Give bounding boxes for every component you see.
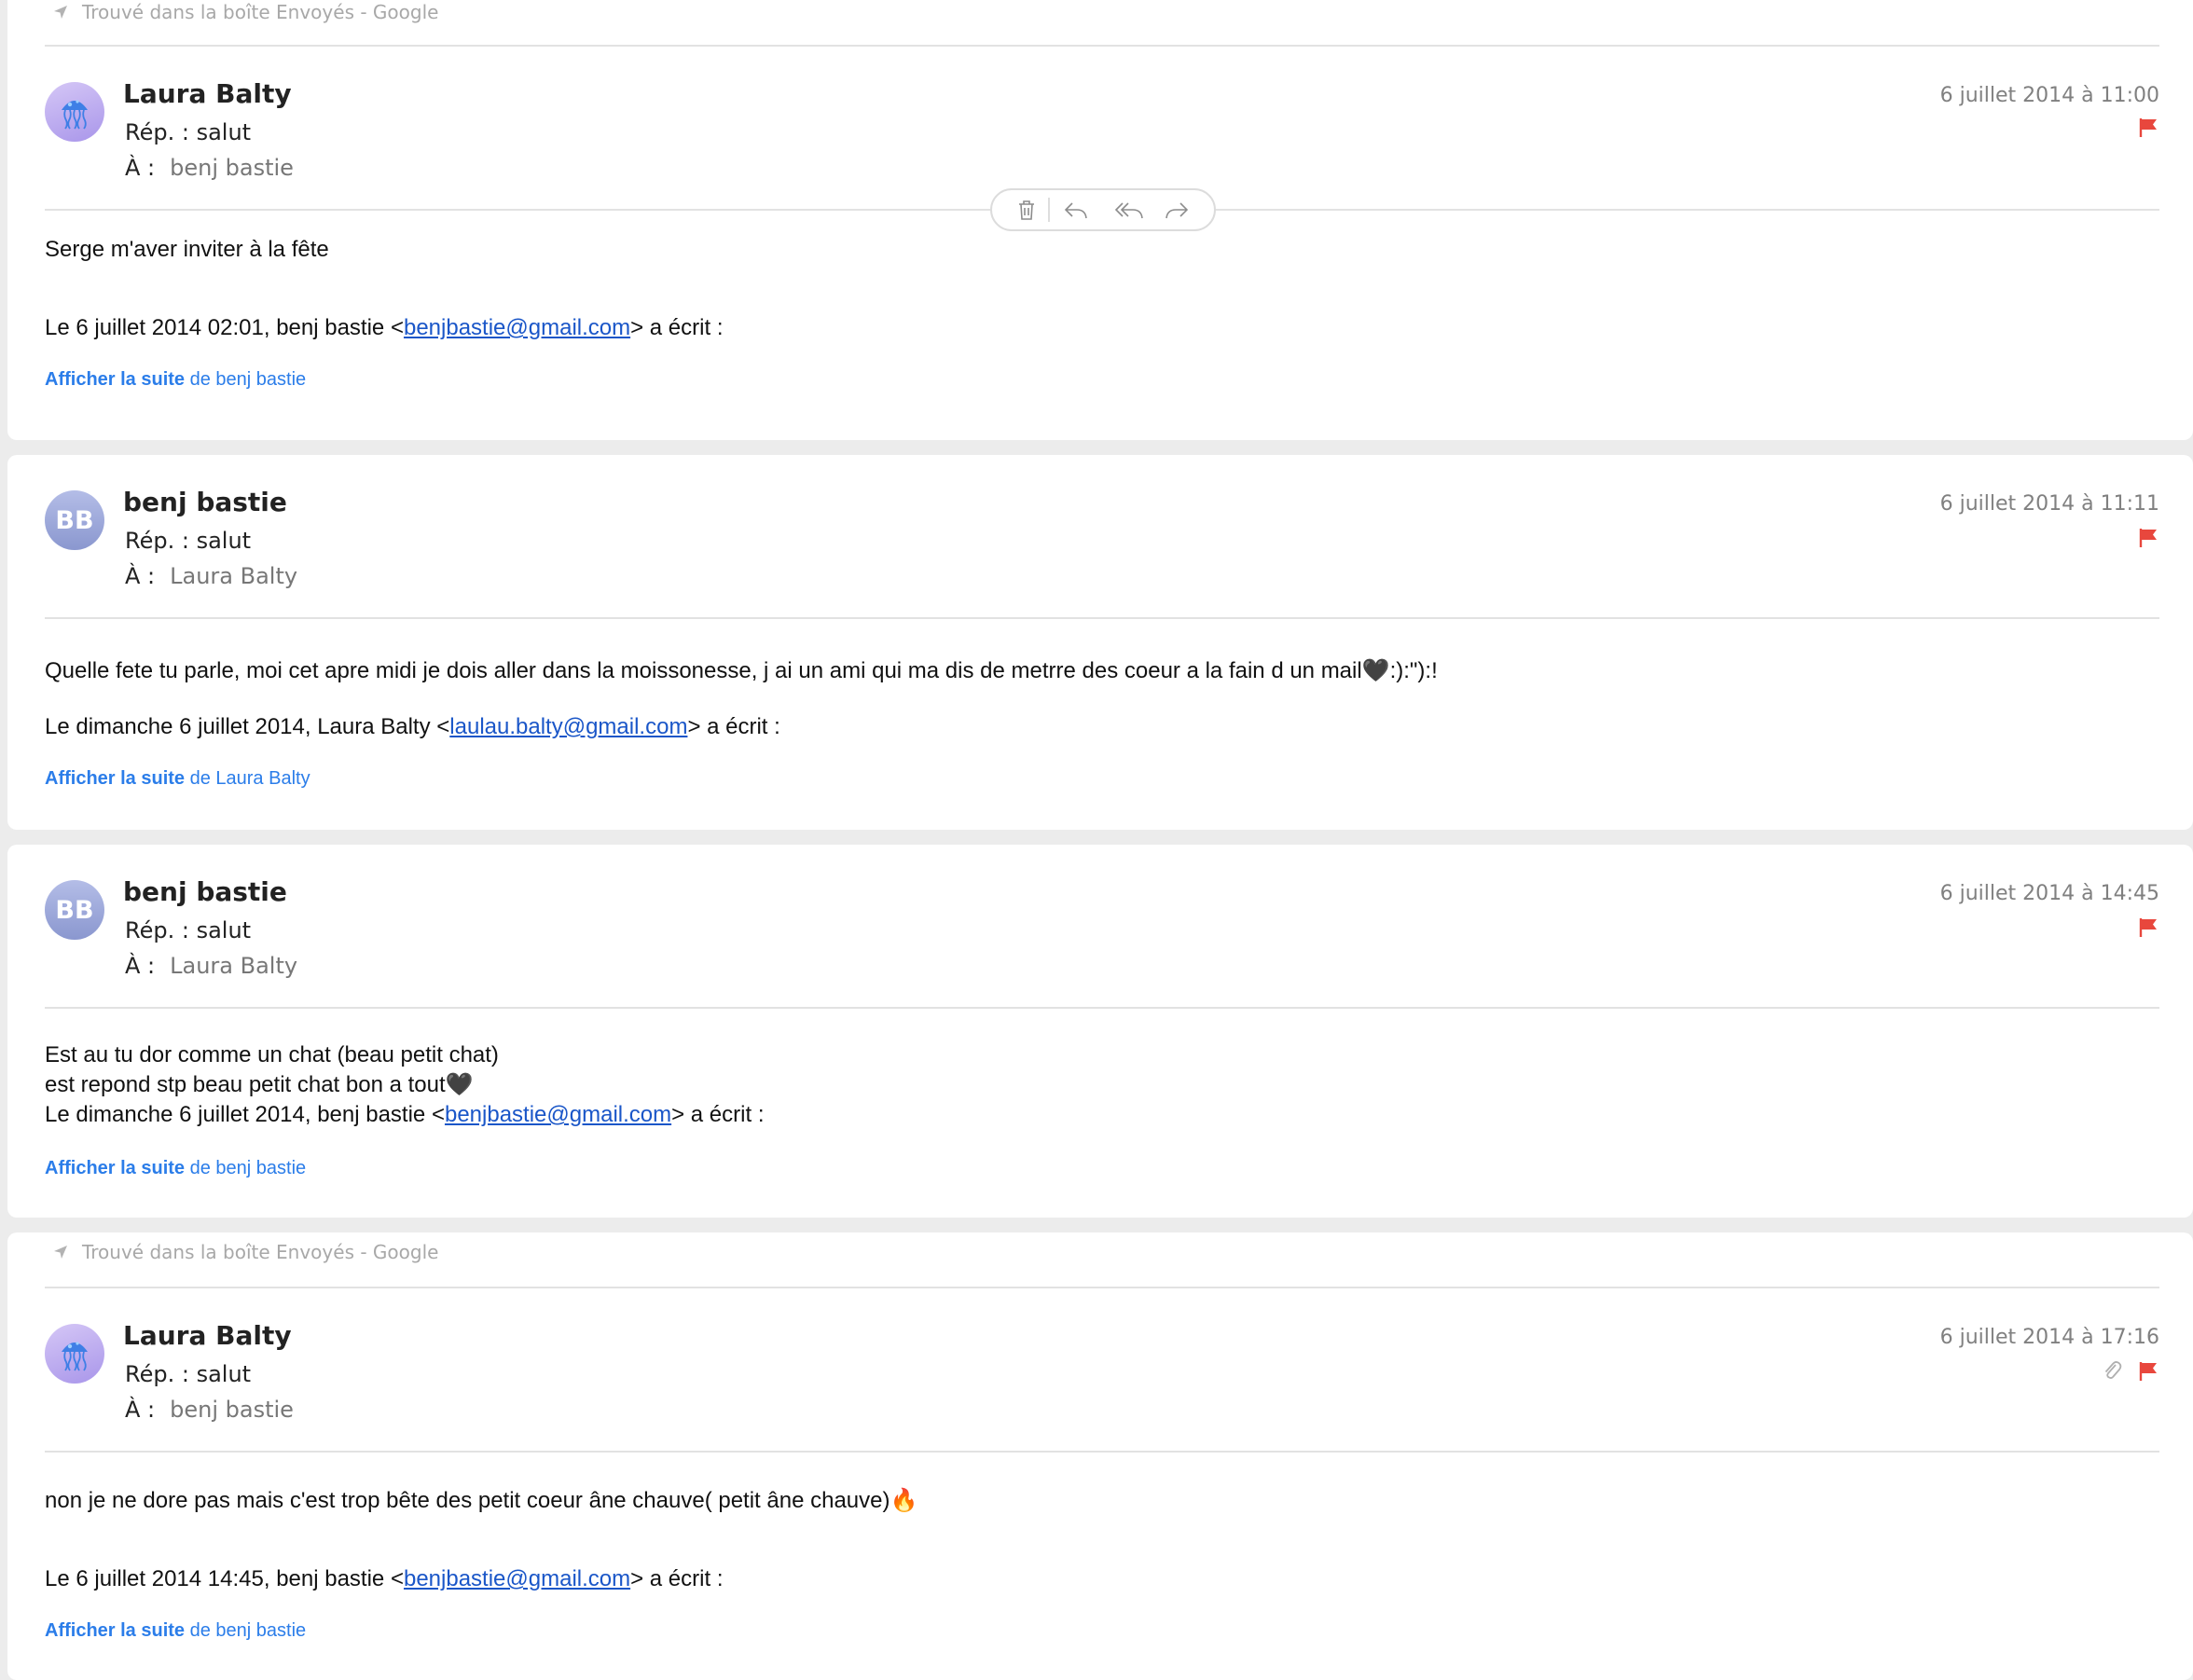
reply-all-icon xyxy=(1114,202,1143,219)
show-more-bold: Afficher la suite xyxy=(45,1620,186,1641)
body-line: Serge m'aver inviter à la fête xyxy=(45,237,329,262)
quote-header: Le 6 juillet 2014 14:45, benj bastie <be… xyxy=(45,1564,2156,1594)
message-body: Serge m'aver inviter à la fête xyxy=(45,235,2156,265)
recipient-name[interactable]: benj bastie xyxy=(170,155,294,181)
body-line: non je ne dore pas mais c'est trop bête … xyxy=(45,1488,918,1513)
reply-all-button[interactable] xyxy=(1113,198,1145,222)
sender-name[interactable]: Laura Balty xyxy=(123,1320,292,1351)
quote-email-link[interactable]: benjbastie@gmail.com xyxy=(445,1102,671,1127)
flag-icon[interactable] xyxy=(2139,117,2158,138)
found-in-text: Trouvé dans la boîte Envoyés - Google xyxy=(82,1241,439,1263)
quote-email-link[interactable]: benjbastie@gmail.com xyxy=(404,315,630,340)
forward-icon xyxy=(1165,202,1189,219)
message-date: 6 juillet 2014 à 17:16 xyxy=(1939,1326,2159,1349)
forward-button[interactable] xyxy=(1164,198,1190,222)
recipient-line: À : benj bastie xyxy=(125,155,294,181)
jellyfish-icon xyxy=(62,100,88,130)
sender-name[interactable]: benj bastie xyxy=(123,876,287,907)
quote-suffix: > a écrit : xyxy=(687,714,780,739)
quote-prefix: Le dimanche 6 juillet 2014, benj bastie … xyxy=(45,1102,445,1127)
show-more-rest: de Laura Balty xyxy=(185,768,310,789)
sent-icon xyxy=(54,1246,67,1259)
flag-icon[interactable] xyxy=(2139,528,2158,548)
message-body: non je ne dore pas mais c'est trop bête … xyxy=(45,1486,2156,1516)
avatar-initials: BB xyxy=(55,505,94,535)
trash-button[interactable] xyxy=(1014,198,1039,222)
avatar-initials: BB xyxy=(55,895,94,925)
avatar: BB xyxy=(45,490,104,550)
message-actions-toolbar xyxy=(990,188,1216,231)
quote-suffix: > a écrit : xyxy=(671,1102,765,1127)
found-in-label: Trouvé dans la boîte Envoyés - Google xyxy=(52,0,438,24)
show-more-bold: Afficher la suite xyxy=(45,768,186,789)
show-more-link[interactable]: Afficher la suite de benj bastie xyxy=(45,1158,306,1179)
sent-icon xyxy=(54,6,67,19)
toolbar-separator xyxy=(1048,198,1050,222)
to-label: À : xyxy=(125,953,156,979)
sender-name[interactable]: Laura Balty xyxy=(123,78,292,109)
quote-suffix: > a écrit : xyxy=(630,315,724,340)
recipient-line: À : Laura Balty xyxy=(125,953,297,979)
to-label: À : xyxy=(125,1397,156,1423)
sender-name[interactable]: benj bastie xyxy=(123,487,287,517)
message-card[interactable]: Trouvé dans la boîte Envoyés - Google La… xyxy=(7,1232,2193,1680)
show-more-rest: de benj bastie xyxy=(185,1158,307,1178)
to-label: À : xyxy=(125,563,156,589)
quote-prefix: Le 6 juillet 2014 14:45, benj bastie < xyxy=(45,1566,404,1591)
recipient-name[interactable]: Laura Balty xyxy=(170,563,297,589)
recipient-name[interactable]: benj bastie xyxy=(170,1397,294,1423)
found-in-label: Trouvé dans la boîte Envoyés - Google xyxy=(52,1240,438,1264)
attachment-icon[interactable] xyxy=(2102,1359,2122,1382)
subject-line: Rép. : salut xyxy=(125,528,252,554)
message-card[interactable]: Trouvé dans la boîte Envoyés - Google La… xyxy=(7,0,2193,440)
avatar xyxy=(45,1324,104,1384)
avatar: BB xyxy=(45,880,104,940)
recipient-line: À : Laura Balty xyxy=(125,563,297,589)
show-more-link[interactable]: Afficher la suite de benj bastie xyxy=(45,369,306,391)
body-line: est repond stp beau petit chat bon a tou… xyxy=(45,1072,474,1097)
show-more-bold: Afficher la suite xyxy=(45,1158,186,1178)
message-date: 6 juillet 2014 à 14:45 xyxy=(1939,882,2159,905)
jellyfish-icon xyxy=(62,1342,88,1371)
message-body: Quelle fete tu parle, moi cet apre midi … xyxy=(45,656,2156,686)
message-card[interactable]: BB benj bastie Rép. : salut À : Laura Ba… xyxy=(7,845,2193,1218)
avatar xyxy=(45,82,104,142)
quote-header: Le dimanche 6 juillet 2014, Laura Balty … xyxy=(45,712,2156,742)
show-more-link[interactable]: Afficher la suite de benj bastie xyxy=(45,1620,306,1642)
show-more-link[interactable]: Afficher la suite de Laura Balty xyxy=(45,768,310,790)
found-in-text: Trouvé dans la boîte Envoyés - Google xyxy=(82,1,439,23)
flag-icon[interactable] xyxy=(2139,1361,2158,1382)
quote-email-link[interactable]: laulau.balty@gmail.com xyxy=(449,714,687,739)
divider xyxy=(45,1451,2159,1453)
reply-button[interactable] xyxy=(1063,198,1089,222)
quote-prefix: Le dimanche 6 juillet 2014, Laura Balty … xyxy=(45,714,450,739)
subject-line: Rép. : salut xyxy=(125,917,252,943)
message-date: 6 juillet 2014 à 11:11 xyxy=(1939,492,2159,516)
to-label: À : xyxy=(125,155,156,181)
message-card[interactable]: BB benj bastie Rép. : salut À : Laura Ba… xyxy=(7,455,2193,830)
flag-icon[interactable] xyxy=(2139,917,2158,938)
divider xyxy=(45,1287,2159,1288)
body-line: Quelle fete tu parle, moi cet apre midi … xyxy=(45,658,1438,683)
show-more-rest: de benj bastie xyxy=(185,369,307,390)
divider xyxy=(45,617,2159,619)
message-body: Est au tu dor comme un chat (beau petit … xyxy=(45,1040,2156,1130)
recipient-line: À : benj bastie xyxy=(125,1397,294,1423)
divider xyxy=(45,1007,2159,1009)
body-line: Est au tu dor comme un chat (beau petit … xyxy=(45,1042,499,1067)
subject-line: Rép. : salut xyxy=(125,119,252,145)
trash-icon xyxy=(1019,200,1034,220)
divider xyxy=(45,45,2159,47)
quote-prefix: Le 6 juillet 2014 02:01, benj bastie < xyxy=(45,315,404,340)
quote-email-link[interactable]: benjbastie@gmail.com xyxy=(404,1566,630,1591)
reply-icon xyxy=(1064,202,1087,219)
quote-header: Le 6 juillet 2014 02:01, benj bastie <be… xyxy=(45,313,2156,343)
show-more-bold: Afficher la suite xyxy=(45,369,186,390)
message-date: 6 juillet 2014 à 11:00 xyxy=(1939,84,2159,107)
quote-header: Le dimanche 6 juillet 2014, benj bastie … xyxy=(45,1100,2156,1130)
subject-line: Rép. : salut xyxy=(125,1361,252,1387)
recipient-name[interactable]: Laura Balty xyxy=(170,953,297,979)
show-more-rest: de benj bastie xyxy=(185,1620,307,1641)
quote-suffix: > a écrit : xyxy=(630,1566,724,1591)
